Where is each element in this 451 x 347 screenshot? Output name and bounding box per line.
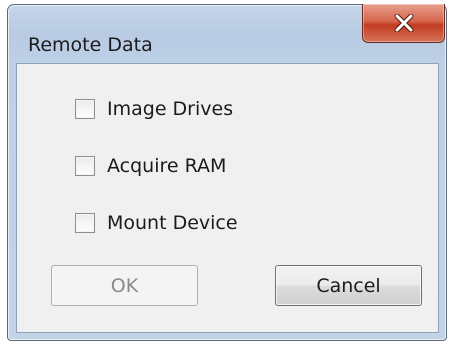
option-acquire-ram[interactable]: Acquire RAM [75, 152, 226, 180]
acquire-ram-checkbox[interactable] [75, 156, 95, 176]
ok-button[interactable]: OK [51, 265, 198, 306]
window-title: Remote Data [28, 34, 153, 56]
dialog-content: Image Drives Acquire RAM Mount Device OK… [16, 63, 439, 333]
image-drives-label[interactable]: Image Drives [107, 97, 233, 121]
cancel-button[interactable]: Cancel [275, 265, 422, 306]
mount-device-checkbox[interactable] [75, 213, 95, 233]
image-drives-checkbox[interactable] [75, 99, 95, 119]
mount-device-label[interactable]: Mount Device [107, 211, 238, 235]
title-bar[interactable]: Remote Data [8, 4, 446, 56]
close-button[interactable] [362, 4, 445, 43]
option-mount-device[interactable]: Mount Device [75, 209, 238, 237]
remote-data-dialog: Remote Data Image Drives Acquire RAM Mou… [7, 4, 447, 341]
acquire-ram-label[interactable]: Acquire RAM [107, 154, 226, 178]
option-image-drives[interactable]: Image Drives [75, 95, 233, 123]
close-icon [394, 14, 413, 32]
